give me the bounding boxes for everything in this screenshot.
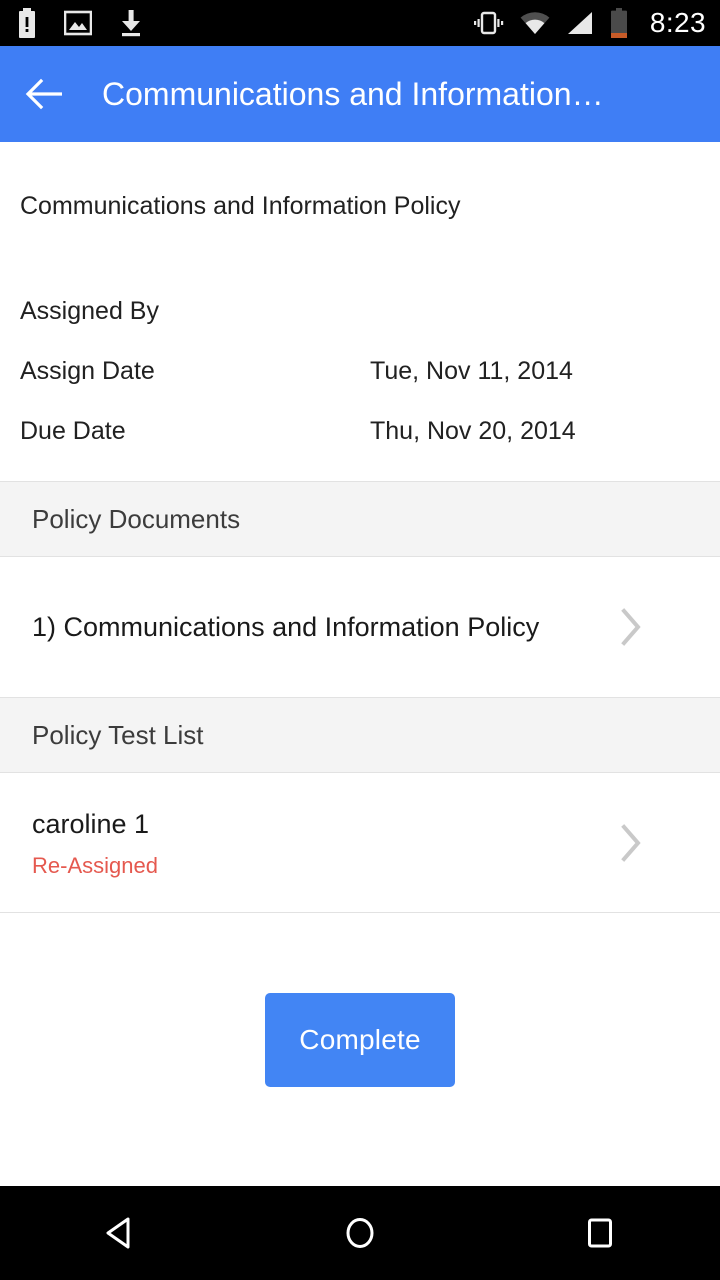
detail-label: Assign Date <box>20 356 155 385</box>
vibrate-icon <box>473 10 504 36</box>
status-badge: Re-Assigned <box>32 853 158 878</box>
status-bar: 8:23 <box>0 0 720 46</box>
detail-list: Assigned By Assign Date Tue, Nov 11, 201… <box>0 221 720 461</box>
detail-value: Thu, Nov 20, 2014 <box>370 416 576 445</box>
list-item-title: 1) Communications and Information Policy <box>32 611 540 642</box>
detail-label: Assigned By <box>20 296 159 325</box>
complete-button[interactable]: Complete <box>265 993 455 1087</box>
section-header-label: Policy Test List <box>32 719 204 750</box>
detail-row: Assigned By <box>0 281 720 341</box>
status-bar-left-icons <box>16 8 170 38</box>
list-item-text: 1) Communications and Information Policy <box>32 608 616 647</box>
page-title: Communications and Information… <box>102 75 604 112</box>
detail-row: Assign Date Tue, Nov 11, 2014 <box>0 341 720 401</box>
section-header-label: Policy Documents <box>32 503 241 534</box>
android-nav-bar <box>0 1186 720 1280</box>
main-content: Communications and Information Policy As… <box>0 142 720 1087</box>
detail-value: Tue, Nov 11, 2014 <box>370 356 573 385</box>
battery-alert-icon <box>16 8 38 38</box>
nav-home-button[interactable] <box>300 1186 420 1280</box>
detail-row: Due Date Thu, Nov 20, 2014 <box>0 401 720 461</box>
nav-recents-button[interactable] <box>540 1186 660 1280</box>
section-header-policy-documents: Policy Documents <box>0 481 720 557</box>
wifi-icon <box>520 11 550 35</box>
list-item-policy-test[interactable]: caroline 1 Re-Assigned <box>0 773 720 913</box>
list-item-policy-document[interactable]: 1) Communications and Information Policy <box>0 557 720 697</box>
chevron-right-icon[interactable] <box>616 821 646 865</box>
signal-icon <box>566 11 594 35</box>
download-icon <box>118 9 144 37</box>
status-bar-clock: 8:23 <box>649 7 706 38</box>
chevron-right-icon[interactable] <box>616 605 646 649</box>
section-header-policy-test-list: Policy Test List <box>0 697 720 773</box>
status-bar-right-icons: 8:23 <box>473 7 706 39</box>
photo-icon <box>64 10 92 36</box>
app-bar: Communications and Information… <box>0 46 720 142</box>
complete-button-area: Complete <box>0 913 720 1087</box>
detail-label: Due Date <box>20 416 126 445</box>
back-arrow-icon[interactable] <box>18 68 70 120</box>
policy-title: Communications and Information Policy <box>20 192 461 220</box>
list-item-title: caroline 1 <box>32 809 150 839</box>
list-item-text: caroline 1 Re-Assigned <box>32 805 616 880</box>
nav-back-button[interactable] <box>60 1186 180 1280</box>
battery-icon <box>610 8 628 38</box>
